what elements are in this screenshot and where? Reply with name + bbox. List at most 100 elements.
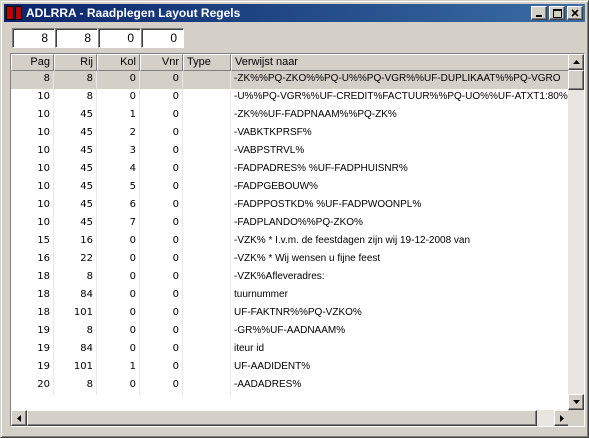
cell-vnr: 0: [140, 305, 183, 323]
cell-ref: iteur id: [231, 341, 570, 359]
table-row[interactable]: 19 84 0 0 iteur id: [11, 341, 570, 359]
cell-rij: 45: [54, 107, 97, 125]
cell-vnr: 0: [140, 89, 183, 107]
column-header-type[interactable]: Type: [183, 54, 231, 71]
cell-pag: 10: [11, 89, 54, 107]
cell-kol: 3: [97, 143, 140, 161]
scroll-left-button[interactable]: [11, 410, 27, 426]
filter-pag-field[interactable]: 8: [12, 28, 55, 48]
cell-pag: 19: [11, 341, 54, 359]
cell-vnr: 0: [140, 359, 183, 377]
cell-vnr: 0: [140, 377, 183, 395]
layout-rules-table: Pag Rij Kol Vnr Type Verwijst naar 8800-…: [10, 53, 585, 427]
table-row[interactable]: 15 16 0 0 -VZK% * I.v.m. de feestdagen zijn …: [11, 233, 570, 251]
cell-kol: 0: [97, 269, 140, 287]
table-row[interactable]: 8 8 0 0 -ZK%%PQ-ZKO%%PQ-U%%PQ-VGR%%UF-DUPLIK…: [11, 71, 570, 89]
cell-type: [183, 233, 231, 251]
horizontal-scroll-thumb[interactable]: [27, 410, 537, 426]
cell-type: [183, 359, 231, 377]
cell-rij: 84: [54, 341, 97, 359]
cell-rij: 22: [54, 251, 97, 269]
arrow-up-icon: [572, 60, 580, 64]
cell-ref: -VZK% * I.v.m. de feestdagen zijn wij 19…: [231, 233, 570, 251]
title-bar[interactable]: ADLRRA - Raadplegen Layout Regels: [4, 4, 585, 22]
minimize-button[interactable]: [531, 6, 547, 20]
filter-rij-field[interactable]: 8: [55, 28, 98, 48]
maximize-button[interactable]: [549, 6, 565, 20]
table-row[interactable]: 10 45 2 0 -VABKTKPRSF%: [11, 125, 570, 143]
cell-pag: 18: [11, 287, 54, 305]
cell-type: [183, 179, 231, 197]
cell-vnr: 0: [140, 197, 183, 215]
cell-ref: -VZK%Afleveradres:: [231, 269, 570, 287]
table-row[interactable]: 10 45 4 0 -FADPADRES% %UF-FADPHUISNR%: [11, 161, 570, 179]
maximize-icon: [552, 8, 562, 18]
cell-ref: -U%%PQ-VGR%%UF-CREDIT%FACTUUR%%PQ-UO%%UF…: [231, 89, 570, 107]
table-row[interactable]: 10 45 1 0 -ZK%%UF-FADPNAAM%%PQ-ZK%: [11, 107, 570, 125]
cell-vnr: 0: [140, 179, 183, 197]
cell-type: [183, 287, 231, 305]
cell-kol: 4: [97, 161, 140, 179]
cell-vnr: 0: [140, 161, 183, 179]
cell-pag: 18: [11, 305, 54, 323]
cell-vnr: 0: [140, 125, 183, 143]
vertical-scroll-thumb[interactable]: [568, 70, 584, 90]
cell-type: [183, 197, 231, 215]
filter-vnr-field[interactable]: 0: [141, 28, 184, 48]
cell-kol: 0: [97, 377, 140, 395]
cell-ref: -FADPADRES% %UF-FADPHUISNR%: [231, 161, 570, 179]
cell-pag: 8: [11, 71, 54, 89]
cell-pag: 19: [11, 359, 54, 377]
table-row[interactable]: 18 84 0 0 tuurnummer: [11, 287, 570, 305]
table-row[interactable]: 16 22 0 0 -VZK% * Wij wensen u fijne feest: [11, 251, 570, 269]
column-header-kol[interactable]: Kol: [97, 54, 140, 71]
table-row[interactable]: 10 45 7 0 -FADPLANDO%%PQ-ZKO%: [11, 215, 570, 233]
horizontal-scrollbar[interactable]: [11, 410, 570, 426]
cell-rij: 8: [54, 377, 97, 395]
table-row[interactable]: 10 8 0 0 -U%%PQ-VGR%%UF-CREDIT%FACTUUR%%PQ-U…: [11, 89, 570, 107]
close-button[interactable]: [567, 6, 583, 20]
column-header-pag[interactable]: Pag: [11, 54, 54, 71]
table-row[interactable]: 19 8 0 0 -GR%%UF-AADNAAM%: [11, 323, 570, 341]
cell-rij: 45: [54, 215, 97, 233]
table-row[interactable]: 18 8 0 0 -VZK%Afleveradres:: [11, 269, 570, 287]
cell-type: [183, 71, 231, 89]
cell-ref: tuurnummer: [231, 287, 570, 305]
cell-rij: 45: [54, 143, 97, 161]
cell-pag: 10: [11, 179, 54, 197]
cell-pag: 20: [11, 377, 54, 395]
column-header-ref[interactable]: Verwijst naar: [231, 54, 570, 71]
cell-pag: 19: [11, 323, 54, 341]
cell-kol: 0: [97, 71, 140, 89]
arrow-down-icon: [572, 400, 580, 404]
cell-type: [183, 161, 231, 179]
column-header-rij[interactable]: Rij: [54, 54, 97, 71]
window-title: ADLRRA - Raadplegen Layout Regels: [26, 6, 241, 20]
cell-kol: 1: [97, 107, 140, 125]
cell-ref: -FADPLANDO%%PQ-ZKO%: [231, 215, 570, 233]
cell-rij: 8: [54, 269, 97, 287]
filter-bar: 8 8 0 0: [12, 28, 184, 48]
cell-vnr: 0: [140, 71, 183, 89]
cell-vnr: 0: [140, 269, 183, 287]
table-row[interactable]: 19 101 1 0 UF-AADIDENT%: [11, 359, 570, 377]
filter-kol-field[interactable]: 0: [98, 28, 141, 48]
scroll-down-button[interactable]: [568, 394, 584, 410]
cell-type: [183, 107, 231, 125]
table-row[interactable]: 10 45 6 0 -FADPPOSTKD% %UF-FADPWOONPL%: [11, 197, 570, 215]
cell-vnr: 0: [140, 287, 183, 305]
vertical-scrollbar[interactable]: [568, 54, 584, 410]
cell-vnr: 0: [140, 233, 183, 251]
cell-ref: -VABKTKPRSF%: [231, 125, 570, 143]
table-row[interactable]: 18 101 0 0 UF-FAKTNR%%PQ-VZKO%: [11, 305, 570, 323]
cell-rij: 45: [54, 197, 97, 215]
table-row[interactable]: 20 8 0 0 -AADADRES%: [11, 377, 570, 395]
table-row[interactable]: 10 45 5 0 -FADPGEBOUW%: [11, 179, 570, 197]
column-header-vnr[interactable]: Vnr: [140, 54, 183, 71]
app-icon: [6, 6, 22, 20]
cell-type: [183, 89, 231, 107]
scroll-up-button[interactable]: [568, 54, 584, 70]
cell-ref: -VZK% * Wij wensen u fijne feest: [231, 251, 570, 269]
table-row[interactable]: 10 45 3 0 -VABPSTRVL%: [11, 143, 570, 161]
cell-rij: 8: [54, 71, 97, 89]
